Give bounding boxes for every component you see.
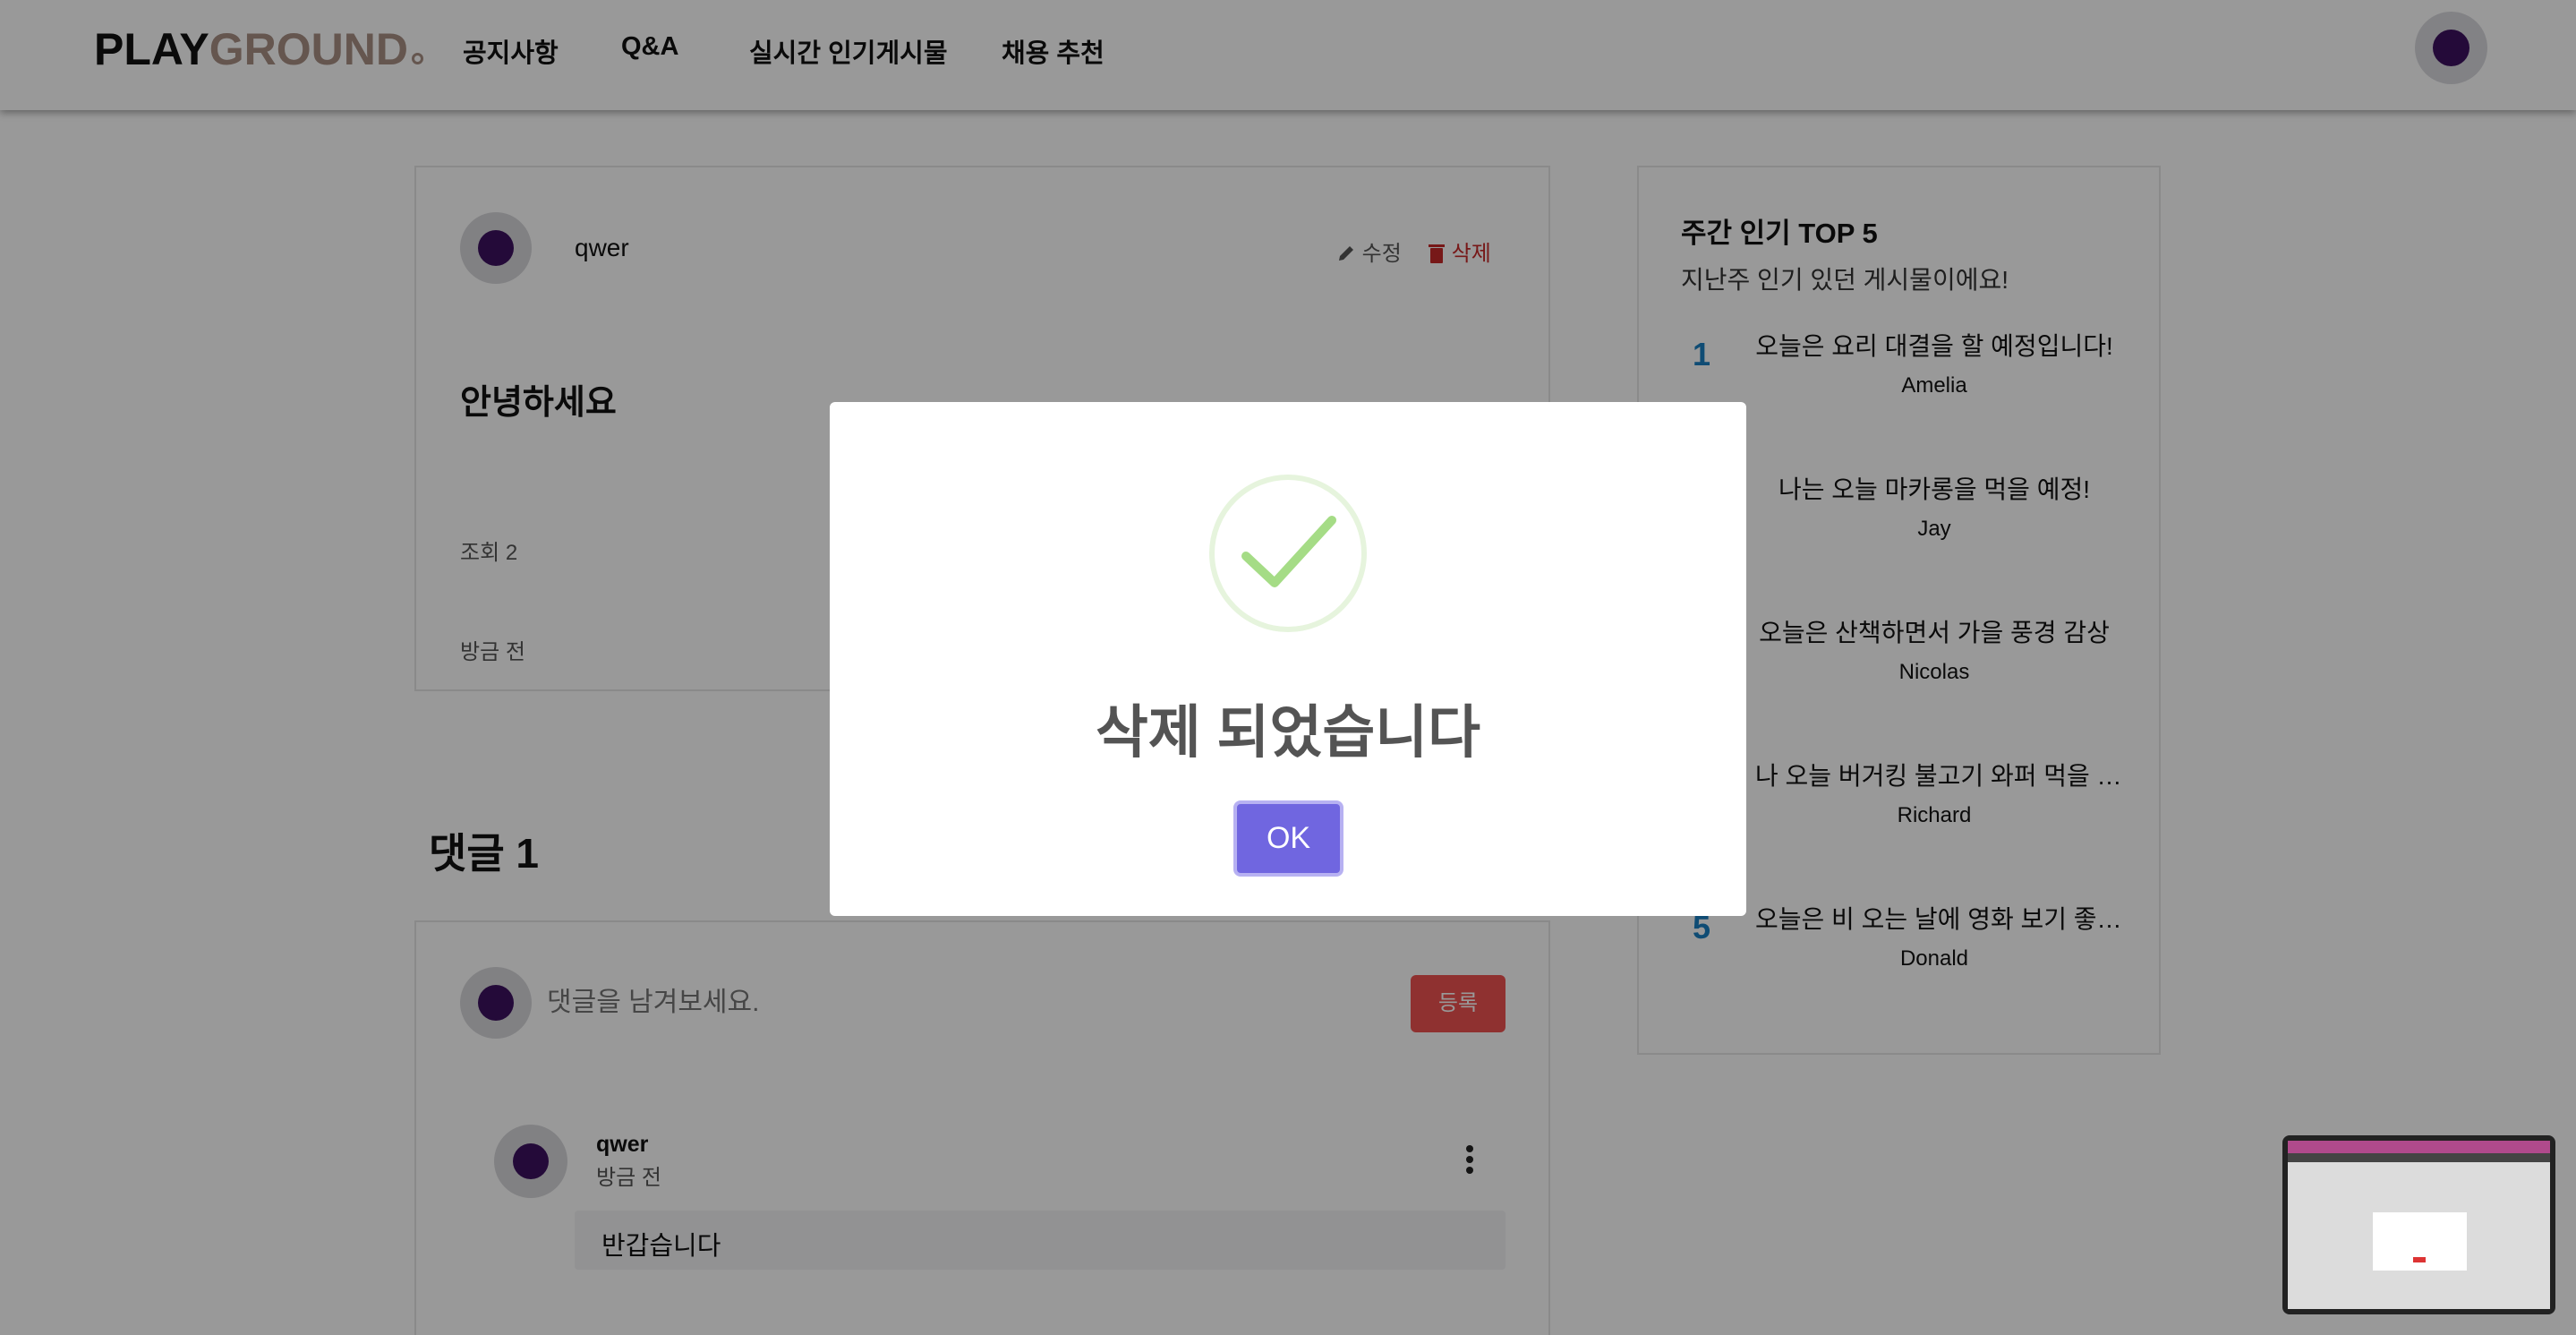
ok-button[interactable]: OK: [1233, 800, 1343, 877]
success-dialog: 삭제 되었습니다 OK: [830, 402, 1746, 916]
preview-image: [2288, 1141, 2550, 1309]
dialog-message: 삭제 되었습니다: [1096, 700, 1480, 765]
success-check-icon: [1208, 474, 1368, 633]
screenshot-preview-thumbnail[interactable]: [2282, 1135, 2555, 1314]
